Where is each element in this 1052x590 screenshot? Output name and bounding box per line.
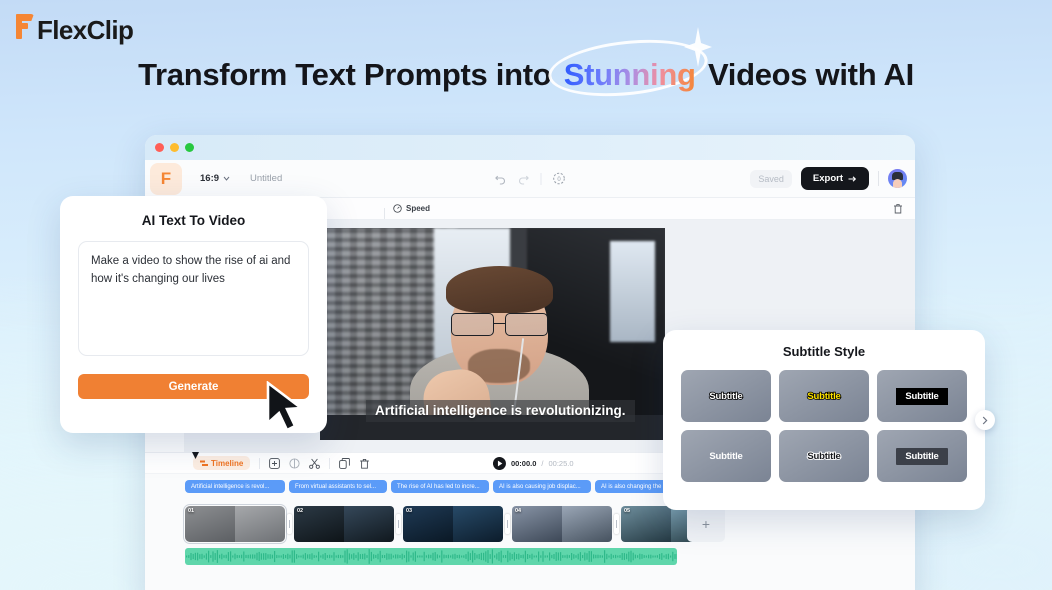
clip-number: 02: [297, 508, 304, 514]
trash-icon[interactable]: [893, 203, 903, 214]
window-minimize-button[interactable]: [170, 143, 179, 152]
aspect-ratio-value: 16:9: [200, 173, 220, 184]
sparkle-star-icon: [683, 27, 712, 67]
style-preview-label: Subtitle: [896, 387, 948, 405]
arrow-right-icon: [848, 175, 857, 182]
total-time: 00:25.0: [548, 458, 574, 468]
table-row[interactable]: 04: [512, 506, 612, 542]
clip-number: 04: [515, 508, 522, 514]
undo-icon[interactable]: [495, 173, 507, 185]
window-close-button[interactable]: [155, 143, 164, 152]
clip-number: 05: [624, 508, 631, 514]
timeline-label: Timeline: [211, 458, 244, 468]
window-maximize-button[interactable]: [185, 143, 194, 152]
table-row[interactable]: 03: [403, 506, 503, 542]
list-item[interactable]: From virtual assistants to sel...: [289, 480, 387, 493]
next-page-button[interactable]: [975, 410, 995, 430]
video-track: 01 02 03 04 05: [183, 504, 721, 544]
headline-highlight-wrap: Stunning: [545, 27, 712, 104]
clip-number: 01: [188, 508, 195, 514]
list-item[interactable]: Artificial intelligence is revol...: [185, 480, 285, 493]
headline-highlight: Stunning: [563, 57, 696, 92]
table-row[interactable]: 02: [294, 506, 394, 542]
subtitle-style-option[interactable]: Subtitle: [681, 430, 771, 482]
speed-control[interactable]: Speed: [383, 204, 431, 219]
history-tools: 0: [495, 172, 566, 185]
clip-trim-handle[interactable]: [396, 514, 401, 534]
style-preview-label: Subtitle: [709, 450, 743, 462]
trash-icon[interactable]: [359, 458, 370, 469]
timeline-icon: [200, 460, 208, 466]
video-preview[interactable]: Artificial intelligence is revolutionizi…: [320, 228, 665, 440]
clip-trim-handle[interactable]: [614, 514, 619, 534]
timeline-tab[interactable]: Timeline: [193, 456, 251, 470]
subtitle-style-option[interactable]: Subtitle: [877, 430, 967, 482]
style-preview-label: Subtitle: [806, 450, 841, 463]
split-icon[interactable]: [289, 457, 300, 469]
aspect-ratio-selector[interactable]: 16:9: [200, 173, 230, 184]
style-preview-label: Subtitle: [807, 390, 842, 403]
aperture-icon[interactable]: 0: [553, 172, 566, 185]
audio-waveform: [186, 549, 677, 564]
duplicate-icon[interactable]: [339, 457, 351, 469]
scissors-icon[interactable]: [309, 458, 321, 469]
prompt-input[interactable]: [78, 241, 309, 356]
export-button[interactable]: Export: [800, 167, 869, 190]
clip-trim-handle[interactable]: [505, 514, 510, 534]
topbar-right-actions: Saved Export: [750, 167, 915, 190]
clip-number: 03: [406, 508, 413, 514]
speedometer-icon: [393, 204, 402, 213]
svg-text:0: 0: [557, 177, 561, 183]
topbar-divider: [878, 171, 879, 186]
headline-after: Videos with AI: [699, 57, 914, 92]
current-time: 00:00.0: [510, 458, 537, 468]
speed-label: Speed: [406, 204, 431, 213]
chevron-down-icon: [223, 176, 230, 181]
export-label: Export: [812, 173, 843, 184]
flexclip-home-button[interactable]: F: [150, 162, 182, 195]
mouse-pointer-icon: [266, 381, 305, 432]
window-titlebar: [145, 135, 915, 160]
panel-title: AI Text To Video: [141, 213, 246, 228]
table-row[interactable]: 01: [183, 504, 287, 544]
add-media-button[interactable]: +: [687, 506, 725, 542]
avatar[interactable]: [888, 169, 907, 188]
subtitle-style-option[interactable]: Subtitle: [779, 370, 869, 422]
subtitle-style-option[interactable]: Subtitle: [681, 370, 771, 422]
page-title: Transform Text Prompts into Stunning Vid…: [0, 27, 1052, 104]
list-item[interactable]: AI is also causing job displac...: [493, 480, 591, 493]
add-icon[interactable]: [269, 457, 281, 469]
subtitle-style-grid: Subtitle Subtitle Subtitle Subtitle Subt…: [681, 370, 967, 482]
saved-status: Saved: [750, 169, 792, 188]
editor-topbar: F 16:9 Untitled 0 Saved Export: [145, 160, 915, 198]
playback-time: 00:00.0 / 00:25.0: [492, 456, 574, 470]
subtitle-style-panel: Subtitle Style Subtitle Subtitle Subtitl…: [663, 330, 995, 510]
play-icon[interactable]: [492, 456, 506, 470]
project-title[interactable]: Untitled: [250, 173, 282, 184]
time-separator: /: [541, 458, 544, 468]
flexclip-f-mark-icon: [14, 13, 36, 39]
panel-title: Subtitle Style: [782, 344, 866, 359]
brand-logo[interactable]: FlexClip: [14, 13, 134, 46]
style-preview-label: Subtitle: [709, 390, 744, 403]
clip-trim-handle[interactable]: [287, 514, 292, 534]
subtitle-track: Artificial intelligence is revol... From…: [185, 480, 693, 493]
subtitle-style-option[interactable]: Subtitle: [779, 430, 869, 482]
chevron-right-icon: [982, 416, 988, 424]
headline-before: Transform Text Prompts into: [138, 57, 560, 92]
style-preview-label: Subtitle: [896, 447, 948, 465]
redo-icon[interactable]: [518, 173, 530, 185]
list-item[interactable]: The rise of AI has led to incre...: [391, 480, 489, 493]
preview-subtitle-overlay: Artificial intelligence is revolutionizi…: [366, 400, 635, 422]
brand-name: FlexClip: [37, 15, 134, 45]
subtitle-style-option[interactable]: Subtitle: [877, 370, 967, 422]
audio-track[interactable]: [185, 548, 677, 565]
